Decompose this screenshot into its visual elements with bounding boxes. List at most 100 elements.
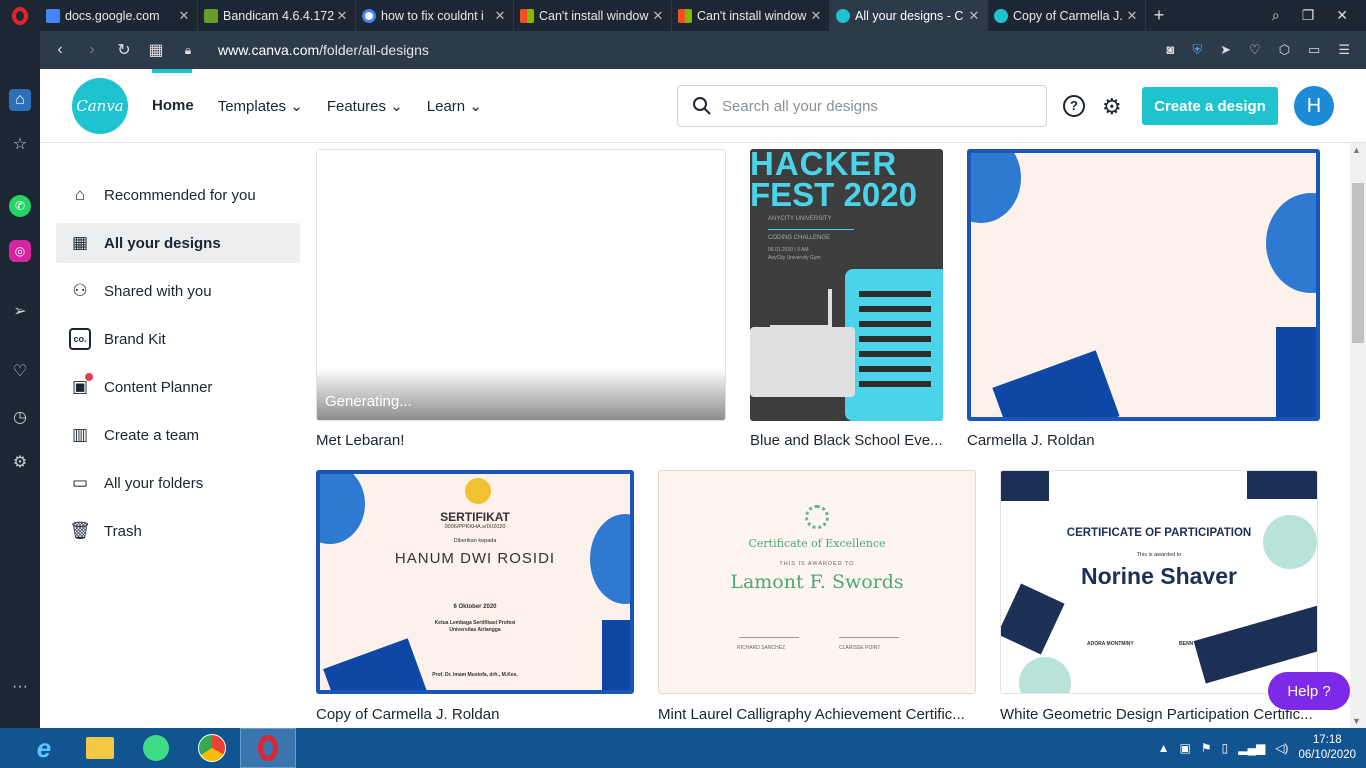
design-thumbnail[interactable] [967, 149, 1320, 421]
heart-icon[interactable]: ♡ [9, 361, 31, 383]
close-tab-icon[interactable]: ✕ [651, 8, 665, 24]
design-thumbnail[interactable]: HACKER FEST 2020 ANYCITY UNIVERSITY CODI… [750, 149, 943, 421]
design-thumbnail[interactable]: Generating... [316, 149, 726, 421]
windows-taskbar: e ▲ ▣ ⚑ ▯ ▂▄▆ ◁) 17:18 06/10/2020 [0, 728, 1366, 768]
tray-app-icon[interactable]: ▣ [1180, 741, 1191, 755]
tab-canva-all-designs[interactable]: All your designs - C ✕ [830, 0, 988, 31]
create-design-button[interactable]: Create a design [1142, 87, 1278, 125]
history-icon[interactable]: ◷ [9, 407, 31, 429]
nav-templates[interactable]: Templates ⌄ [218, 97, 303, 115]
sidebar-item-brand-kit[interactable]: co. Brand Kit [56, 319, 300, 359]
close-window-icon[interactable]: ✕ [1336, 7, 1348, 24]
certificate-given: Diberikan kepada [453, 538, 497, 544]
flag-icon[interactable]: ⚑ [1201, 741, 1212, 755]
help-icon[interactable]: ? [1063, 95, 1085, 117]
tabs-grid-icon[interactable]: ▦ [140, 40, 172, 60]
instagram-icon[interactable]: ◎ [9, 240, 31, 262]
back-icon[interactable]: ‹ [44, 41, 76, 59]
design-title[interactable]: Carmella J. Roldan [967, 432, 1095, 449]
help-button[interactable]: Help ? [1268, 672, 1350, 710]
close-tab-icon[interactable]: ✕ [809, 8, 823, 24]
design-title[interactable]: Copy of Carmella J. Roldan [316, 706, 499, 723]
reload-icon[interactable]: ↻ [108, 40, 140, 60]
close-tab-icon[interactable]: ✕ [967, 8, 981, 24]
sidebar-item-create-team[interactable]: ▥ Create a team [56, 415, 300, 455]
signature-name-1: ADORA MONTMINY [1087, 641, 1134, 647]
forward-icon[interactable]: › [76, 41, 108, 59]
sidebar-item-recommended[interactable]: ⌂ Recommended for you [56, 175, 300, 215]
gear-icon[interactable]: ⚙ [1102, 94, 1122, 120]
top-navigation: Home Templates ⌄ Features ⌄ Learn ⌄ [152, 69, 482, 115]
tab-microsoft-1[interactable]: Can't install window ✕ [514, 0, 672, 31]
battery-icon[interactable]: ▭ [1308, 42, 1320, 58]
canva-logo[interactable]: Canva [72, 78, 128, 134]
tab-google-search[interactable]: how to fix couldnt i ✕ [356, 0, 514, 31]
bookmarks-icon[interactable]: ☆ [9, 134, 31, 156]
camera-icon[interactable]: ◙ [1167, 42, 1175, 58]
tab-title: Copy of Carmella J. [1013, 8, 1123, 23]
easy-setup-icon[interactable]: ☰ [1338, 42, 1350, 58]
sidebar-item-content-planner[interactable]: ▣ Content Planner [56, 367, 300, 407]
speed-dial-icon[interactable]: ⌂ [9, 89, 31, 111]
close-tab-icon[interactable]: ✕ [335, 8, 349, 24]
restore-window-icon[interactable]: ❐ [1302, 7, 1315, 24]
settings-icon[interactable]: ⚙ [9, 452, 31, 474]
nav-learn[interactable]: Learn ⌄ [427, 97, 482, 115]
signal-icon[interactable]: ▂▄▆ [1238, 741, 1265, 755]
tab-canva-copy[interactable]: Copy of Carmella J. ✕ [988, 0, 1146, 31]
search-input[interactable] [722, 97, 1022, 115]
design-title[interactable]: Met Lebaran! [316, 432, 404, 449]
blue-circle-shape [320, 474, 365, 544]
navy-block-shape [1001, 583, 1065, 655]
page-scrollbar[interactable]: ▲ ▼ [1350, 143, 1366, 728]
volume-icon[interactable]: ◁) [1275, 741, 1288, 755]
design-title[interactable]: Blue and Black School Eve... [750, 432, 943, 449]
sidebar-item-all-designs[interactable]: ▦ All your designs [56, 223, 300, 263]
close-tab-icon[interactable]: ✕ [1125, 8, 1139, 24]
url-field[interactable]: www.canva.com/folder/all-designs [218, 42, 429, 58]
certificate-org: Ketua Lembaga Sertifikasi Profesi [434, 620, 516, 626]
design-thumbnail[interactable]: SERTIFIKAT 0006/PPKKHA.s/IX/2020 Diberik… [316, 470, 634, 694]
nav-home[interactable]: Home [152, 97, 194, 115]
opera-menu-icon[interactable] [0, 0, 40, 31]
new-tab-icon[interactable]: + [1146, 5, 1172, 26]
send-arrow-icon[interactable]: ➤ [1220, 42, 1231, 58]
left-navigation: ⌂ Recommended for you ▦ All your designs ⚇… [56, 175, 300, 559]
cube-icon[interactable]: ⬡ [1279, 42, 1290, 58]
tray-chevron-icon[interactable]: ▲ [1158, 741, 1170, 755]
sidebar-item-label: Brand Kit [104, 330, 166, 348]
chrome-icon[interactable] [184, 728, 240, 768]
internet-explorer-icon[interactable]: e [16, 728, 72, 768]
sidebar-item-shared[interactable]: ⚇ Shared with you [56, 271, 300, 311]
navy-block-shape [1001, 471, 1049, 501]
heart-outline-icon[interactable]: ♡ [1249, 42, 1261, 58]
tab-google-docs[interactable]: docs.google.com ✕ [40, 0, 198, 31]
close-tab-icon[interactable]: ✕ [177, 8, 191, 24]
avatar[interactable]: H [1294, 86, 1334, 126]
whatsapp-icon[interactable]: ✆ [9, 195, 31, 217]
design-title[interactable]: Mint Laurel Calligraphy Achievement Cert… [658, 706, 965, 723]
tab-microsoft-2[interactable]: Can't install window ✕ [672, 0, 830, 31]
send-icon[interactable]: ➢ [9, 301, 31, 323]
design-thumbnail[interactable]: CERTIFICATE OF PARTICIPATION This is awa… [1000, 470, 1318, 694]
scroll-up-icon[interactable]: ▲ [1352, 145, 1361, 155]
design-title[interactable]: White Geometric Design Participation Cer… [1000, 706, 1313, 723]
system-clock[interactable]: 17:18 06/10/2020 [1298, 733, 1356, 763]
sidebar-item-label: All your designs [104, 234, 221, 252]
sidebar-item-trash[interactable]: 🗑︎ Trash [56, 511, 300, 551]
scrollbar-thumb[interactable] [1352, 183, 1364, 343]
nav-features[interactable]: Features ⌄ [327, 97, 403, 115]
battery-tray-icon[interactable]: ▯ [1222, 741, 1229, 755]
opera-taskbar-icon[interactable] [240, 728, 296, 768]
design-thumbnail[interactable]: Certificate of Excellence THIS IS AWARDE… [658, 470, 976, 694]
shield-icon[interactable]: ⛨ [1192, 42, 1202, 58]
file-explorer-icon[interactable] [72, 728, 128, 768]
tab-bandicam[interactable]: Bandicam 4.6.4.172 ✕ [198, 0, 356, 31]
close-tab-icon[interactable]: ✕ [493, 8, 507, 24]
signature-line [739, 637, 799, 638]
sidebar-item-folders[interactable]: ▭ All your folders [56, 463, 300, 503]
search-tabs-icon[interactable]: ⌕ [1272, 7, 1280, 24]
more-icon[interactable]: ··· [9, 676, 31, 698]
android-studio-icon[interactable] [128, 728, 184, 768]
scroll-down-icon[interactable]: ▼ [1352, 716, 1361, 726]
